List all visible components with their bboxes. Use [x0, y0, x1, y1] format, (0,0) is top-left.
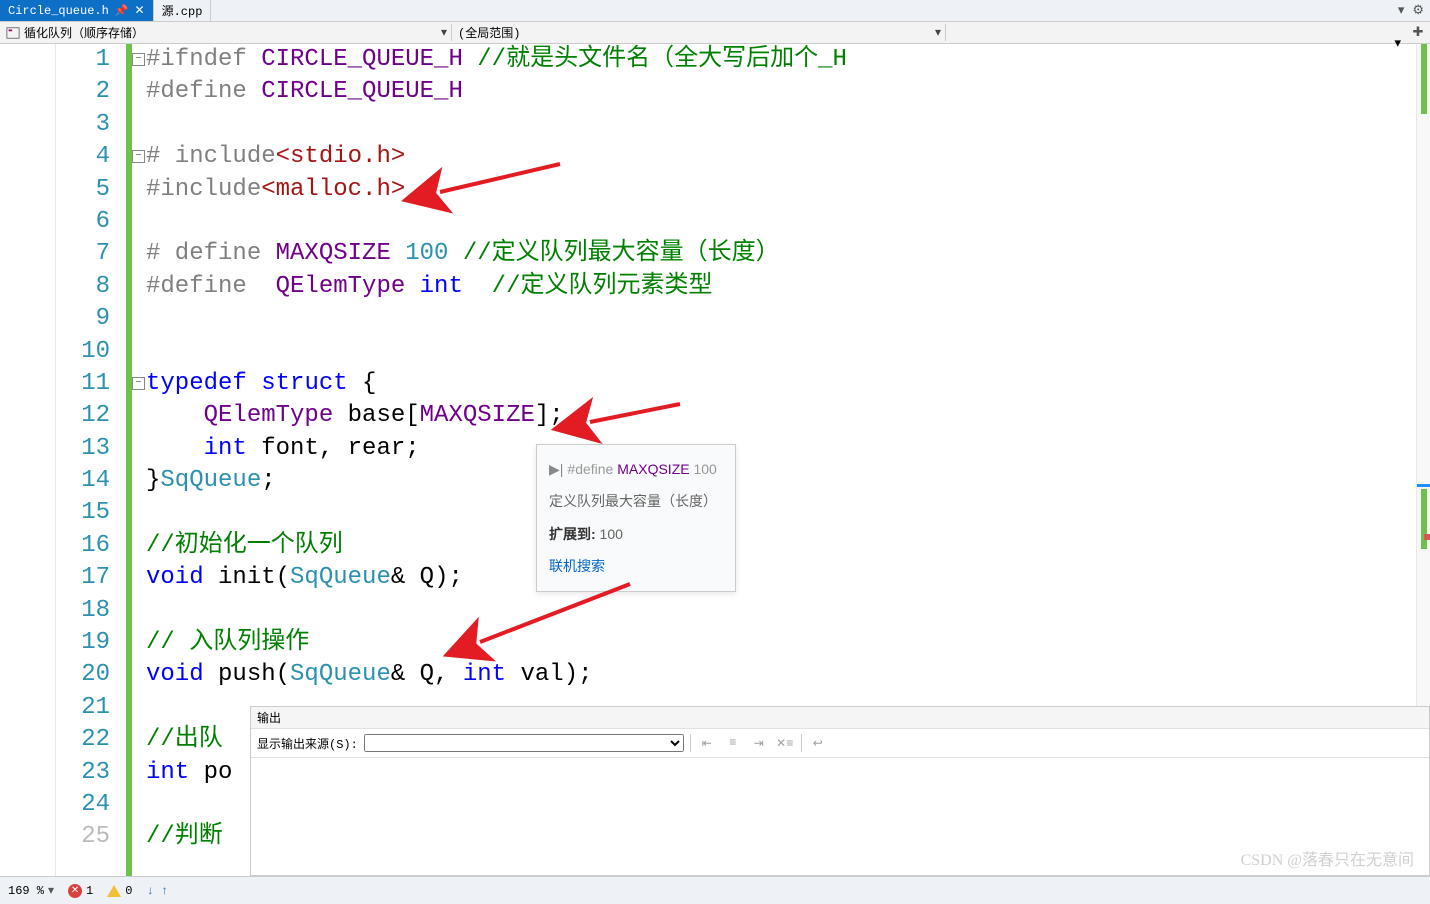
- watermark: CSDN @落春只在无意间: [1241, 846, 1414, 870]
- error-icon: ✕: [68, 884, 82, 898]
- fold-toggle[interactable]: −: [132, 377, 145, 390]
- close-icon[interactable]: ✕: [135, 3, 145, 18]
- scope-project-dropdown[interactable]: 循化队列（顺序存储） ▾: [0, 24, 452, 41]
- fold-toggle[interactable]: −: [132, 53, 145, 66]
- change-indicator: [126, 44, 132, 876]
- chevron-down-icon: ▾: [935, 25, 941, 40]
- chevron-down-icon: ▾: [441, 25, 447, 40]
- output-source-label: 显示输出来源(S):: [257, 735, 358, 752]
- goto-next-icon[interactable]: ⇥: [749, 733, 769, 753]
- split-view-button[interactable]: ✚: [1406, 25, 1430, 40]
- output-toolbar: 显示输出来源(S): ⇤ ≡ ⇥ ✕≡ ↩: [251, 729, 1429, 758]
- output-title: 输出: [251, 707, 1429, 729]
- output-source-dropdown[interactable]: [364, 734, 684, 752]
- project-icon: [6, 26, 20, 40]
- line-numbers: 1234567891011121314151617181920212223242…: [56, 44, 126, 876]
- nav-bar: 循化队列（顺序存储） ▾ (全局范围) ▾ ▾ ✚: [0, 22, 1430, 44]
- tab-active[interactable]: Circle_queue.h 📌 ✕: [0, 0, 154, 21]
- tab-bar: Circle_queue.h 📌 ✕ 源.cpp ▾ ⚙: [0, 0, 1430, 22]
- online-search-link[interactable]: 联机搜索: [549, 550, 723, 582]
- tab-bar-actions: ▾ ⚙: [1398, 0, 1430, 21]
- tab-inactive[interactable]: 源.cpp: [154, 0, 212, 21]
- goto-prev-icon[interactable]: ⇤: [697, 733, 717, 753]
- errors-count[interactable]: ✕ 1: [68, 884, 93, 898]
- hover-tooltip: ▶|#define MAXQSIZE 100 定义队列最大容量（长度） 扩展到:…: [536, 444, 736, 592]
- play-icon: ▶|: [549, 461, 563, 477]
- warning-icon: [107, 885, 121, 897]
- fold-toggle[interactable]: −: [132, 150, 145, 163]
- fold-gutter: − − −: [126, 44, 146, 876]
- pin-icon[interactable]: 📌: [115, 4, 129, 18]
- status-bar: 169 %▾ ✕ 1 0 ↓ ↑: [0, 876, 1430, 904]
- gear-icon[interactable]: ⚙: [1412, 3, 1424, 18]
- dropdown-icon[interactable]: ▾: [1398, 3, 1405, 18]
- warnings-count[interactable]: 0: [107, 884, 132, 898]
- wrap-icon[interactable]: ↩: [808, 733, 828, 753]
- breakpoint-gutter[interactable]: [0, 44, 56, 876]
- scope-project-label: 循化队列（顺序存储）: [24, 24, 144, 41]
- goto-line-icon[interactable]: ≡: [723, 733, 743, 753]
- zoom-level[interactable]: 169 %▾: [8, 883, 54, 898]
- tab-label: 源.cpp: [162, 2, 203, 19]
- nav-arrows[interactable]: ↓ ↑: [146, 884, 168, 898]
- scope-function-label: (全局范围): [458, 24, 520, 41]
- tab-label: Circle_queue.h: [8, 4, 109, 18]
- scope-function-dropdown[interactable]: (全局范围) ▾: [452, 24, 946, 41]
- clear-icon[interactable]: ✕≡: [775, 733, 795, 753]
- tooltip-desc: 定义队列最大容量（长度）: [549, 485, 723, 517]
